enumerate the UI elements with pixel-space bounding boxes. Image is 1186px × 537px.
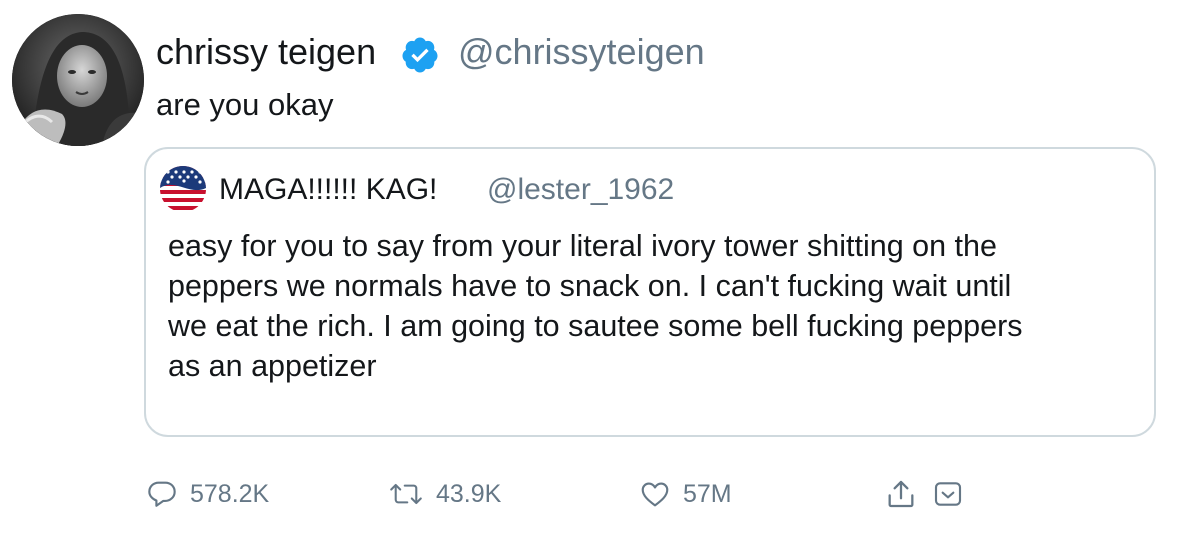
- author-avatar[interactable]: [12, 14, 144, 146]
- quoted-tweet-line: peppers we normals have to snack on. I c…: [168, 269, 1012, 303]
- quoted-author-handle[interactable]: @lester_1962: [487, 172, 674, 208]
- quoted-tweet-text: easy for you to say from your literal iv…: [168, 226, 1138, 386]
- quoted-author-display-name[interactable]: MAGA!!!!!! KAG!: [219, 172, 437, 208]
- author-display-name[interactable]: chrissy teigen: [156, 31, 376, 73]
- share-icon: [888, 480, 914, 508]
- quoted-tweet-line: easy for you to say from your literal iv…: [168, 229, 997, 263]
- share-button[interactable]: [884, 474, 918, 514]
- verified-badge-icon: [402, 37, 438, 73]
- quoted-author-avatar[interactable]: [160, 166, 206, 212]
- reply-icon: [148, 481, 176, 507]
- author-handle[interactable]: @chrissyteigen: [458, 31, 705, 73]
- reply-count: 578.2K: [190, 479, 270, 508]
- retweet-count: 43.9K: [436, 479, 502, 508]
- quoted-tweet-line: as an appetizer: [168, 349, 377, 383]
- heart-icon: [641, 482, 669, 507]
- like-button[interactable]: 57M: [639, 474, 732, 514]
- avatar-photo: [12, 14, 144, 146]
- retweet-icon: [390, 483, 422, 505]
- reply-button[interactable]: 578.2K: [146, 474, 269, 514]
- retweet-button[interactable]: 43.9K: [388, 474, 501, 514]
- dm-icon: [934, 482, 962, 506]
- tweet-text: are you okay: [156, 87, 334, 122]
- like-count: 57M: [683, 479, 732, 508]
- direct-message-button[interactable]: [932, 474, 964, 514]
- quoted-tweet-line: we eat the rich. I am going to sautee so…: [168, 309, 1023, 343]
- us-flag-icon: [160, 166, 206, 212]
